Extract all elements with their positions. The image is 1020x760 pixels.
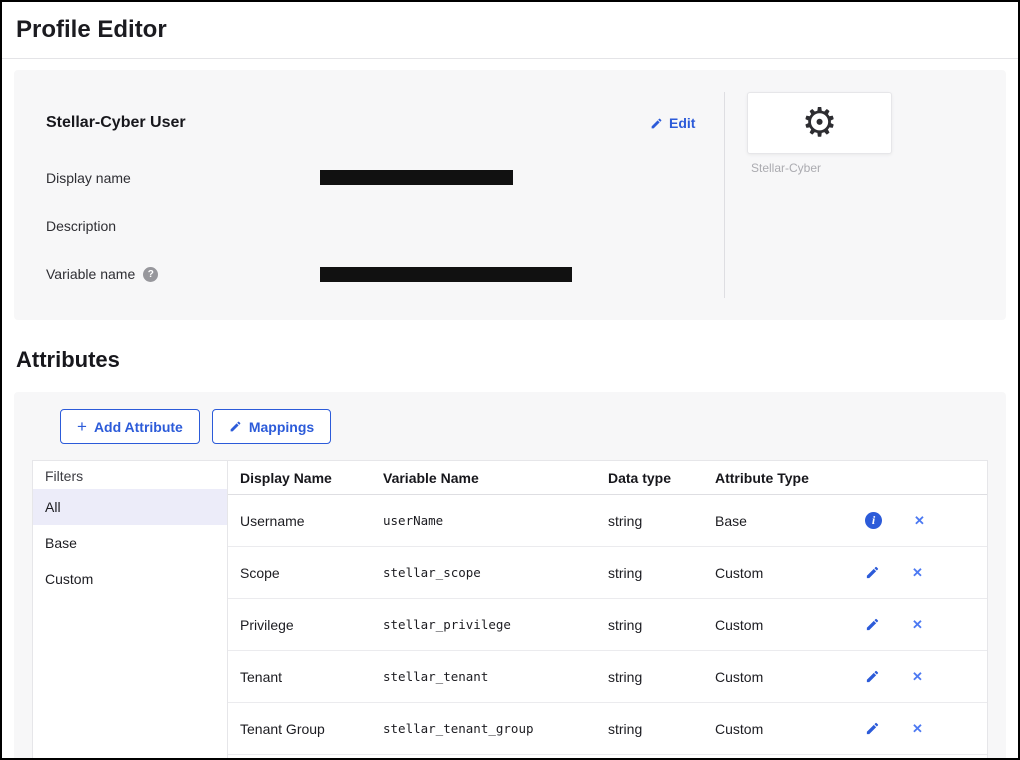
cell-variable-name: stellar_privilege (371, 617, 596, 632)
close-icon[interactable]: ✕ (912, 566, 923, 579)
filter-item-base[interactable]: Base (33, 525, 227, 561)
cell-display-name: Username (228, 513, 371, 529)
filters-sidebar: Filters All Base Custom (33, 461, 228, 758)
close-icon[interactable]: ✕ (914, 514, 925, 527)
info-icon[interactable]: i (865, 512, 882, 529)
edit-pencil-icon[interactable] (865, 669, 880, 684)
plus-icon: + (77, 418, 87, 435)
cell-attribute-type: Custom (703, 721, 853, 737)
edit-label: Edit (669, 115, 695, 131)
add-attribute-label: Add Attribute (94, 419, 183, 435)
cell-display-name: Scope (228, 565, 371, 581)
cell-attribute-type: Custom (703, 565, 853, 581)
cell-data-type: string (596, 669, 703, 685)
attributes-heading: Attributes (16, 346, 1018, 374)
profile-edit-button[interactable]: Edit (650, 115, 695, 131)
cell-attribute-type: Base (703, 513, 853, 529)
pencil-icon (650, 117, 663, 130)
mappings-label: Mappings (249, 419, 314, 435)
row-actions: ✕ (853, 617, 987, 632)
page-header: Profile Editor (2, 2, 1018, 59)
row-actions: ✕ (853, 721, 987, 736)
profile-summary-card: Stellar-Cyber User Edit Display name Des… (14, 70, 1006, 320)
cell-variable-name: userName (371, 513, 596, 528)
cell-display-name: Tenant Group (228, 721, 371, 737)
cell-variable-name: stellar_tenant (371, 669, 596, 684)
filter-item-custom[interactable]: Custom (33, 561, 227, 597)
column-header-data-type: Data type (596, 470, 703, 486)
row-actions: i ✕ (853, 512, 987, 529)
cell-attribute-type: Custom (703, 617, 853, 633)
cell-data-type: string (596, 565, 703, 581)
variable-name-value-redacted (320, 267, 572, 282)
attributes-table: Display Name Variable Name Data type Att… (228, 461, 987, 758)
edit-pencil-icon[interactable] (865, 565, 880, 580)
cell-data-type: string (596, 513, 703, 529)
app-tile-label: Stellar-Cyber (751, 161, 821, 175)
description-label: Description (46, 218, 116, 234)
cell-display-name: Tenant (228, 669, 371, 685)
row-actions: ✕ (853, 669, 987, 684)
pencil-icon (229, 420, 242, 433)
filter-item-all[interactable]: All (33, 489, 227, 525)
close-icon[interactable]: ✕ (912, 722, 923, 735)
profile-editor-page: Profile Editor Stellar-Cyber User Edit D… (0, 0, 1020, 760)
table-row: Privilege stellar_privilege string Custo… (228, 599, 987, 651)
table-row: Scope stellar_scope string Custom ✕ (228, 547, 987, 599)
mappings-button[interactable]: Mappings (212, 409, 331, 444)
attributes-content: Filters All Base Custom Display Name Var… (32, 460, 988, 758)
add-attribute-button[interactable]: + Add Attribute (60, 409, 200, 444)
table-header-row: Display Name Variable Name Data type Att… (228, 461, 987, 495)
column-header-variable-name: Variable Name (371, 470, 596, 486)
filters-heading: Filters (33, 461, 227, 489)
cell-data-type: string (596, 617, 703, 633)
help-icon[interactable]: ? (143, 267, 158, 282)
column-header-attribute-type: Attribute Type (703, 470, 853, 486)
edit-pencil-icon[interactable] (865, 617, 880, 632)
gear-icon: ⚙ (802, 103, 838, 143)
close-icon[interactable]: ✕ (912, 618, 923, 631)
attributes-panel: + Add Attribute Mappings Filters All Bas… (14, 392, 1006, 758)
variable-name-label-text: Variable name (46, 266, 135, 282)
variable-name-label: Variable name ? (46, 266, 158, 282)
cell-data-type: string (596, 721, 703, 737)
table-row: Username userName string Base i ✕ (228, 495, 987, 547)
cell-variable-name: stellar_tenant_group (371, 721, 596, 736)
cell-attribute-type: Custom (703, 669, 853, 685)
profile-name-heading: Stellar-Cyber User (46, 114, 186, 132)
page-title: Profile Editor (16, 16, 167, 44)
close-icon[interactable]: ✕ (912, 670, 923, 683)
vertical-divider (724, 92, 725, 298)
cell-variable-name: stellar_scope (371, 565, 596, 580)
column-header-display-name: Display Name (228, 470, 371, 486)
display-name-value-redacted (320, 170, 513, 185)
app-logo-tile: ⚙ (747, 92, 892, 154)
table-row: Tenant stellar_tenant string Custom ✕ (228, 651, 987, 703)
row-actions: ✕ (853, 565, 987, 580)
partial-next-row (228, 755, 987, 758)
display-name-label: Display name (46, 170, 131, 186)
cell-display-name: Privilege (228, 617, 371, 633)
table-row: Tenant Group stellar_tenant_group string… (228, 703, 987, 755)
attributes-toolbar: + Add Attribute Mappings (60, 409, 988, 444)
edit-pencil-icon[interactable] (865, 721, 880, 736)
